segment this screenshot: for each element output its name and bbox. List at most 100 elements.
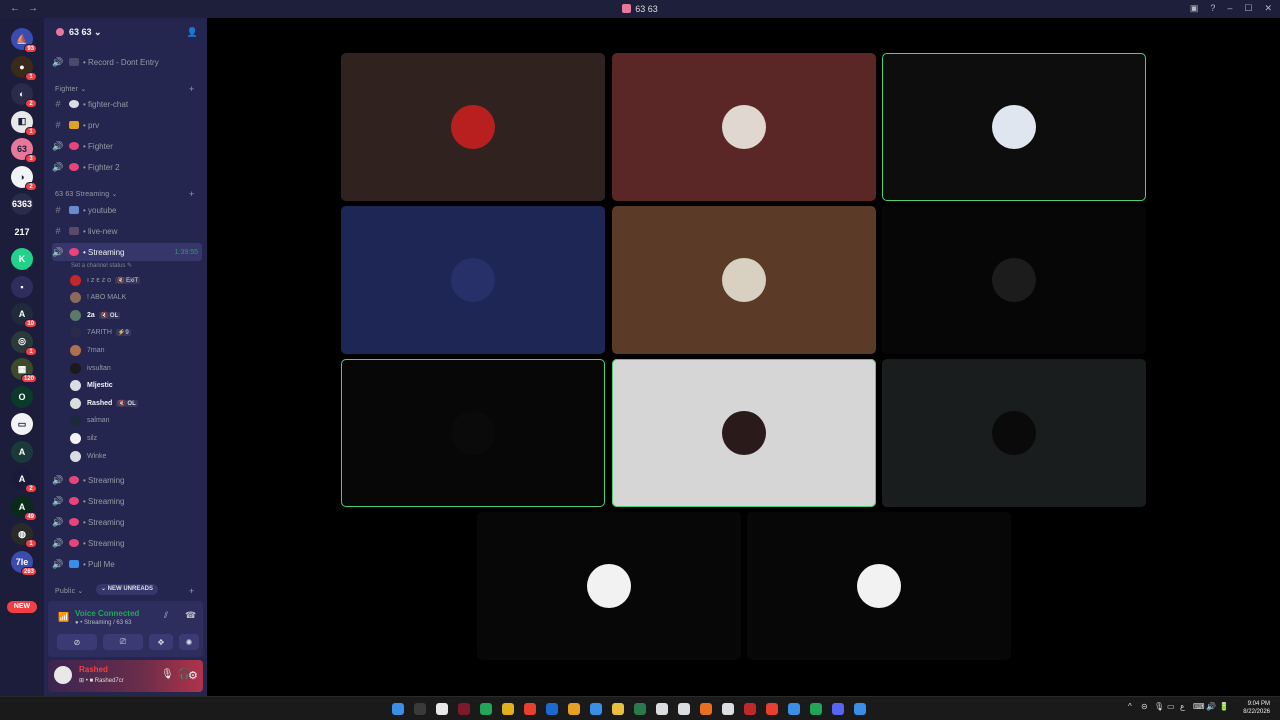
category-streaming[interactable]: 63 63 Streaming ⌄ +: [55, 189, 194, 199]
taskbar-app-icon[interactable]: [590, 703, 602, 715]
participant-tile[interactable]: [882, 53, 1146, 201]
channel-streaming-3[interactable]: 🔊 • Streaming: [52, 492, 202, 510]
server-icon[interactable]: 6363: [11, 193, 33, 215]
tray-icon[interactable]: ع: [1180, 702, 1185, 711]
taskbar-app-icon[interactable]: [700, 703, 712, 715]
settings-icon[interactable]: ⚙: [188, 669, 198, 682]
help-icon[interactable]: ?: [1210, 3, 1215, 14]
taskbar-app-icon[interactable]: [656, 703, 668, 715]
taskbar-app-icon[interactable]: [854, 703, 866, 715]
server-icon[interactable]: ◑ 2: [11, 165, 37, 191]
channel-fighter-chat[interactable]: # • fighter-chat: [52, 95, 202, 113]
tray-icon[interactable]: ▭: [1167, 702, 1175, 711]
category-public[interactable]: Public ⌄ +: [55, 586, 194, 596]
voice-member[interactable]: 2a 🔇 OL: [70, 307, 121, 323]
server-icon[interactable]: ◧ 1: [11, 110, 37, 136]
voice-member[interactable]: salman: [70, 413, 110, 429]
participant-tile[interactable]: [477, 512, 741, 660]
voice-member[interactable]: 7ARITH ⚡9: [70, 325, 131, 341]
taskbar-app-icon[interactable]: [436, 703, 448, 715]
channel-streaming-5[interactable]: 🔊 • Streaming: [52, 534, 202, 552]
add-channel-icon[interactable]: +: [189, 586, 194, 596]
taskbar-app-icon[interactable]: [810, 703, 822, 715]
channel-live-new[interactable]: # • live-new: [52, 222, 202, 240]
server-icon[interactable]: K: [11, 248, 33, 270]
channel-youtube[interactable]: # • youtube: [52, 201, 202, 219]
taskbar-app-icon[interactable]: [788, 703, 800, 715]
server-icon[interactable]: A2: [11, 468, 37, 493]
taskbar-app-icon[interactable]: [612, 703, 624, 715]
participant-tile[interactable]: [747, 512, 1011, 660]
server-icon[interactable]: 217: [11, 220, 33, 243]
voice-member[interactable]: silz: [70, 430, 97, 446]
taskbar-app-icon[interactable]: [832, 703, 844, 715]
close-button[interactable]: ✕: [1264, 3, 1272, 14]
noise-suppression-icon[interactable]: ⫽: [164, 610, 168, 621]
server-icon[interactable]: ▭: [11, 413, 33, 435]
taskbar-app-icon[interactable]: [546, 703, 558, 715]
username[interactable]: Rashed: [79, 665, 108, 674]
server-icon[interactable]: 7le 263: [11, 550, 37, 576]
taskbar-app-icon[interactable]: [502, 703, 514, 715]
server-icon[interactable]: ◎ 1: [11, 330, 37, 356]
channel-streaming-active[interactable]: 🔊 • Streaming 1:39:55: [52, 243, 202, 261]
participant-tile[interactable]: [341, 359, 605, 507]
taskbar-app-icon[interactable]: [480, 703, 492, 715]
taskbar-app-icon[interactable]: [744, 703, 756, 715]
add-user-icon[interactable]: 👤: [187, 27, 198, 38]
tray-icon[interactable]: ⌨: [1193, 702, 1205, 711]
voice-channel-link[interactable]: ● • Streaming / 63 63: [75, 620, 131, 626]
maximize-button[interactable]: ☐: [1244, 3, 1252, 14]
signal-icon[interactable]: 📶: [58, 612, 69, 623]
channel-streaming-4[interactable]: 🔊 • Streaming: [52, 513, 202, 531]
taskbar-app-icon[interactable]: [568, 703, 580, 715]
system-clock[interactable]: 9:04 PM 8/22/2026: [1243, 700, 1270, 716]
taskbar-app-icon[interactable]: [678, 703, 690, 715]
taskbar-app-icon[interactable]: [392, 703, 404, 715]
activities-button[interactable]: ✥: [149, 634, 173, 650]
taskbar-app-icon[interactable]: [524, 703, 536, 715]
camera-off-button[interactable]: ⊘: [57, 634, 97, 650]
disconnect-icon[interactable]: ☎: [185, 610, 196, 621]
server-icon[interactable]: A 49: [11, 495, 37, 521]
tray-icon[interactable]: ^: [1128, 702, 1132, 711]
mic-icon[interactable]: 🎙: [161, 669, 174, 680]
voice-member[interactable]: Winke: [70, 448, 106, 464]
add-channel-icon[interactable]: +: [189, 84, 194, 94]
server-icon[interactable]: ▪: [11, 275, 33, 298]
taskbar-app-icon[interactable]: [458, 703, 470, 715]
voice-member[interactable]: ı ᴢ ᴇ ᴢ ᴏ 🔇 ExiT: [70, 272, 141, 288]
inbox-icon[interactable]: ▣: [1190, 3, 1199, 14]
taskbar-app-icon[interactable]: [722, 703, 734, 715]
server-icon[interactable]: ◐ 2: [11, 83, 37, 108]
taskbar-app-icon[interactable]: [414, 703, 426, 715]
voice-member[interactable]: ivsultan: [70, 360, 111, 376]
channel-fighter-2[interactable]: 🔊 • Fighter 2: [52, 158, 202, 176]
participant-tile[interactable]: [882, 359, 1146, 507]
taskbar-app-icon[interactable]: [766, 703, 778, 715]
voice-member[interactable]: 7man: [70, 342, 105, 358]
avatar[interactable]: [54, 666, 72, 684]
tray-icon[interactable]: 🔊: [1206, 702, 1216, 711]
participant-tile[interactable]: [341, 206, 605, 354]
participant-tile[interactable]: [882, 206, 1146, 354]
category-fighter[interactable]: Fighter ⌄ +: [55, 84, 194, 94]
minimize-button[interactable]: –: [1227, 3, 1232, 14]
add-channel-icon[interactable]: +: [189, 189, 194, 199]
tray-icon[interactable]: ⊝: [1141, 702, 1148, 711]
tray-icon[interactable]: 🔋: [1219, 702, 1229, 711]
channel-fighter[interactable]: 🔊 • Fighter: [52, 137, 202, 155]
server-icon[interactable]: ▦ 120: [11, 358, 37, 383]
channel-pull-me[interactable]: 🔊 • Pull Me: [52, 555, 202, 573]
voice-member[interactable]: Rashed 🔇 OL: [70, 395, 138, 411]
participant-tile[interactable]: [612, 206, 876, 354]
channel-prv[interactable]: # • prv: [52, 116, 202, 134]
channel-streaming-2[interactable]: 🔊 • Streaming: [52, 471, 202, 489]
voice-member[interactable]: Mljestic: [70, 378, 113, 394]
server-icon[interactable]: ⛵ 93: [11, 28, 37, 53]
participant-tile[interactable]: [341, 53, 605, 201]
new-pill[interactable]: NEW: [7, 601, 37, 613]
participant-tile[interactable]: [612, 53, 876, 201]
server-icon[interactable]: ● 1: [11, 55, 37, 81]
server-header[interactable]: 63 63 ⌄ 👤: [44, 18, 207, 46]
